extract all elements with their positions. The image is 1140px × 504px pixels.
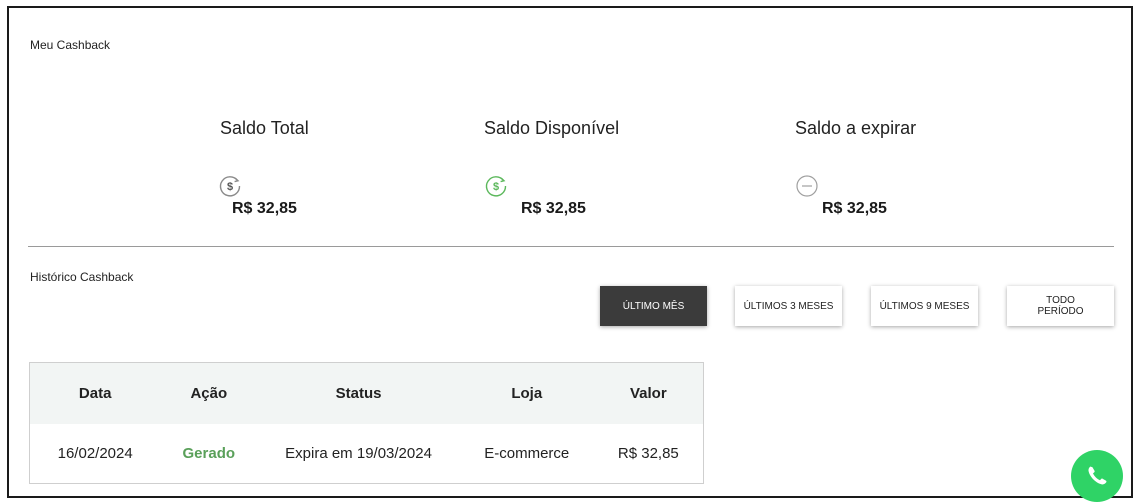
filter-last-month-button[interactable]: ÚLTIMO MÊS: [600, 286, 707, 326]
cell-status: Expira em 19/03/2024: [285, 444, 432, 462]
balance-total-amount: R$ 32,85: [232, 200, 297, 217]
svg-text:$: $: [493, 181, 499, 193]
table-header-row: Data Ação Status Loja Valor: [29, 362, 704, 424]
cell-loja: E-commerce: [484, 444, 570, 462]
history-section-title: Histórico Cashback: [30, 270, 134, 284]
filter-all-period-button[interactable]: TODO PERÍODO: [1007, 286, 1114, 326]
filter-last-3-months-button[interactable]: ÚLTIMOS 3 MESES: [735, 286, 842, 326]
cell-valor: R$ 32,85: [617, 444, 679, 462]
cashback-section-title: Meu Cashback: [30, 38, 111, 52]
dollar-refresh-icon: $: [485, 176, 507, 197]
balance-available: Saldo Disponível $ R$ 32,85: [484, 118, 620, 217]
balance-total-label: Saldo Total: [220, 118, 309, 138]
section-divider: [28, 246, 1114, 247]
column-header-data: Data: [78, 384, 112, 402]
balance-expiring: Saldo a expirar R$ 32,85: [795, 118, 917, 217]
cashback-history-table: Data Ação Status Loja Valor 16/02/2024 G…: [29, 362, 704, 484]
cell-data: 16/02/2024: [57, 444, 133, 462]
balance-expiring-label: Saldo a expirar: [795, 118, 917, 138]
balance-total: Saldo Total $ R$ 32,85: [219, 118, 309, 217]
column-header-loja: Loja: [511, 384, 543, 402]
filter-all-period-label-line2: PERÍODO: [1037, 306, 1084, 317]
balance-available-amount: R$ 32,85: [521, 200, 586, 217]
column-header-acao: Ação: [190, 384, 228, 402]
whatsapp-icon: [1088, 466, 1107, 485]
whatsapp-button[interactable]: [1071, 450, 1123, 502]
column-header-valor: Valor: [629, 384, 667, 402]
cell-acao: Gerado: [182, 444, 236, 462]
balance-available-label: Saldo Disponível: [484, 118, 620, 138]
minus-circle-icon: [796, 175, 818, 197]
svg-text:$: $: [227, 181, 233, 193]
column-header-status: Status: [335, 384, 382, 402]
balance-expiring-amount: R$ 32,85: [822, 200, 887, 217]
filter-all-period-label-line1: TODO: [1046, 295, 1075, 306]
dollar-refresh-icon: $: [219, 176, 241, 197]
table-row: 16/02/2024 Gerado Expira em 19/03/2024 E…: [29, 423, 704, 484]
filter-last-9-months-button[interactable]: ÚLTIMOS 9 MESES: [871, 286, 978, 326]
